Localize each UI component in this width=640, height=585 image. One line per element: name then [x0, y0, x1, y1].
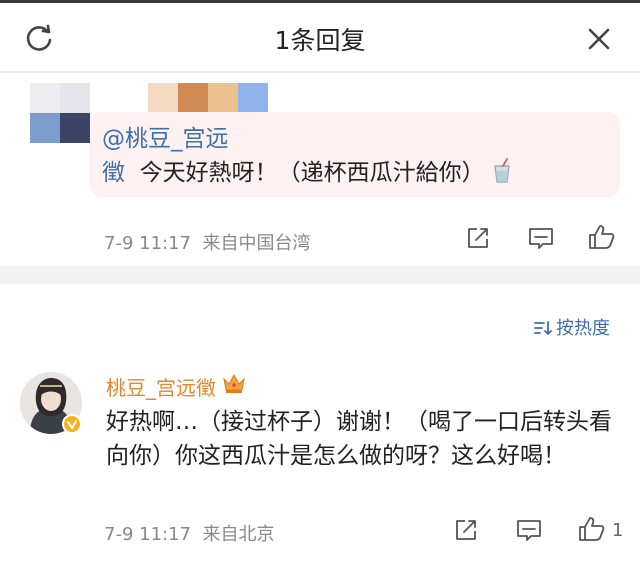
dialog-title: 1条回复	[274, 26, 366, 55]
crown-icon	[223, 373, 245, 393]
sort-by-hot-button[interactable]: 按热度	[534, 314, 610, 340]
comment-text: 好热啊…（接过杯子）谢谢！（喝了一口后转头看向你）你这西瓜汁是怎么做的呀？这么好…	[106, 409, 612, 469]
cup-icon	[493, 158, 510, 183]
comment-time: 7-9 11:17	[104, 524, 191, 545]
verified-badge	[62, 414, 82, 434]
dialog-header: 1条回复	[0, 3, 640, 71]
reply-quote: @桃豆_宫远徵 今天好熱呀！（递杯西瓜汁給你）	[90, 112, 620, 197]
like-icon[interactable]	[588, 224, 616, 250]
sort-icon	[534, 321, 552, 335]
comment-icon[interactable]	[516, 518, 542, 542]
comment-source: 来自北京	[202, 524, 275, 545]
reply-text: @桃豆_宫远徵 今天好熱呀！（递杯西瓜汁給你）	[102, 122, 606, 190]
like-icon[interactable]	[578, 516, 606, 542]
close-icon[interactable]	[583, 23, 615, 55]
share-icon[interactable]	[466, 226, 490, 250]
verified-icon	[67, 420, 77, 430]
comment-meta: 7-9 11:17 来自北京	[104, 520, 274, 546]
reply-time: 7-9 11:17	[104, 233, 191, 254]
comment-username[interactable]: 桃豆_宫远徵	[106, 372, 216, 401]
reply-source: 来自中国台湾	[202, 233, 311, 254]
section-divider	[0, 266, 640, 284]
reply-meta: 7-9 11:17 来自中国台湾	[104, 229, 310, 255]
like-count: 1	[612, 520, 624, 541]
comment-icon[interactable]	[528, 226, 554, 250]
reply-body: 今天好熱呀！（递杯西瓜汁給你）	[139, 160, 485, 186]
sort-label: 按热度	[556, 318, 610, 339]
share-icon[interactable]	[454, 518, 478, 542]
